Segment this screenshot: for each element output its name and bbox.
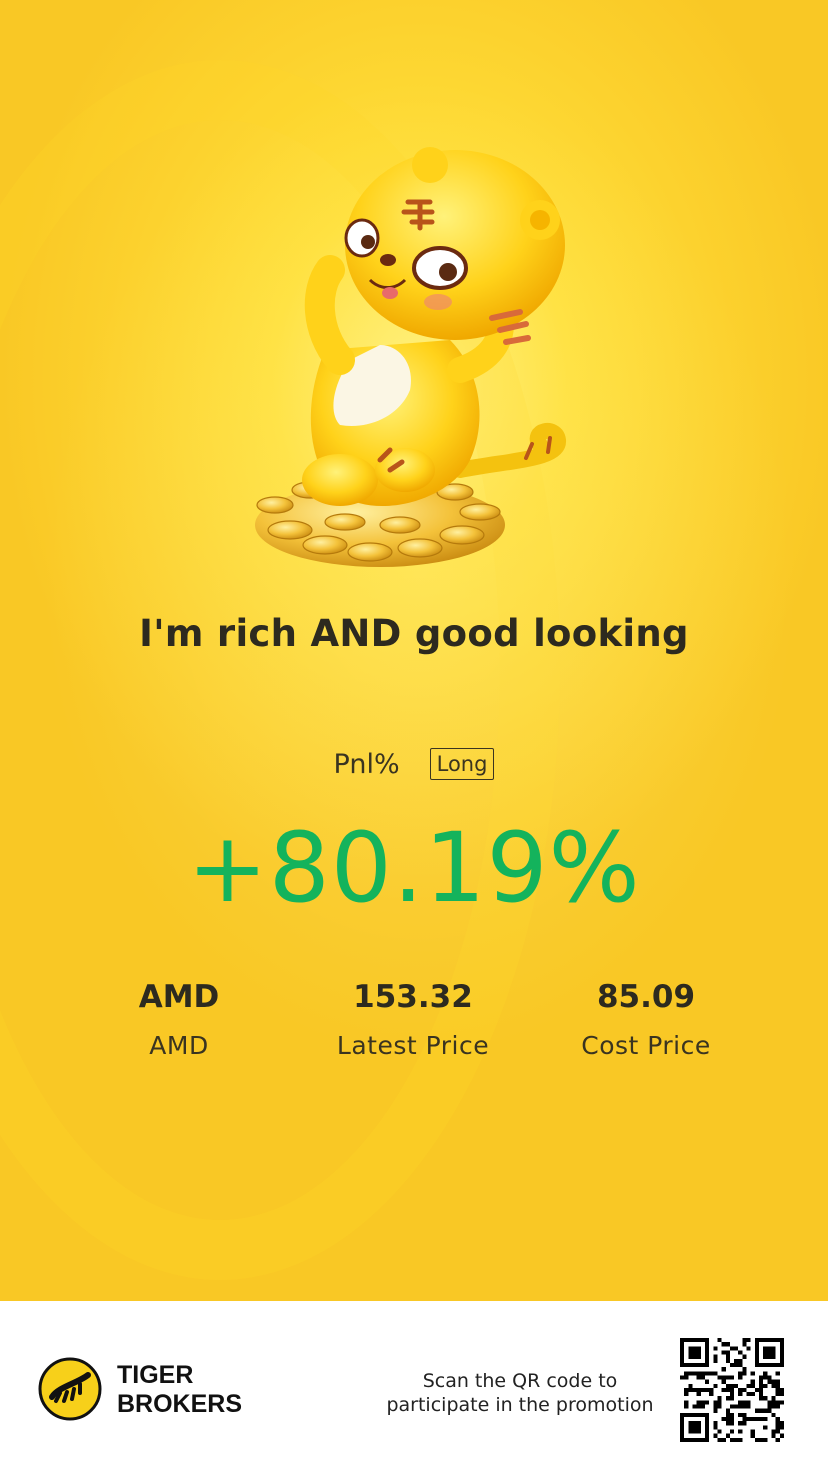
stat-value: 153.32 bbox=[353, 979, 473, 1015]
stat-latest-price: 153.32 Latest Price bbox=[293, 975, 533, 1060]
stat-cost-price: 85.09 Cost Price bbox=[526, 975, 766, 1060]
share-poster: I'm rich AND good looking Pnl% Long +80.… bbox=[0, 0, 828, 1301]
scan-line-1: Scan the QR code to bbox=[422, 1370, 618, 1392]
stat-label: Latest Price bbox=[336, 1031, 490, 1060]
headline: I'm rich AND good looking bbox=[139, 612, 689, 655]
scan-line-2: participate in the promotion bbox=[386, 1394, 654, 1416]
position-badge: Long bbox=[429, 748, 495, 780]
brand-line-1: TIGER bbox=[117, 1361, 194, 1389]
pnl-header: Pnl% Long bbox=[0, 748, 828, 780]
stat-label: AMD bbox=[149, 1031, 209, 1060]
stat-symbol: AMD AMD bbox=[59, 975, 299, 1060]
brand-name: TIGER BROKERS bbox=[117, 1361, 242, 1419]
pnl-value: +80.19% bbox=[187, 812, 641, 924]
pnl-label: Pnl% bbox=[333, 748, 400, 780]
scan-instructions: Scan the QR code to participate in the p… bbox=[380, 1369, 660, 1417]
stat-value: AMD bbox=[138, 979, 220, 1015]
stat-value: 85.09 bbox=[596, 979, 696, 1015]
promo-footer: TIGER BROKERS Scan the QR code to partic… bbox=[0, 1301, 828, 1471]
stat-label: Cost Price bbox=[581, 1031, 711, 1060]
qr-code[interactable] bbox=[680, 1338, 784, 1442]
brand-line-2: BROKERS bbox=[117, 1390, 243, 1418]
tiger-brokers-logo-icon bbox=[38, 1357, 102, 1421]
tiger-mascot-illustration bbox=[255, 147, 566, 567]
